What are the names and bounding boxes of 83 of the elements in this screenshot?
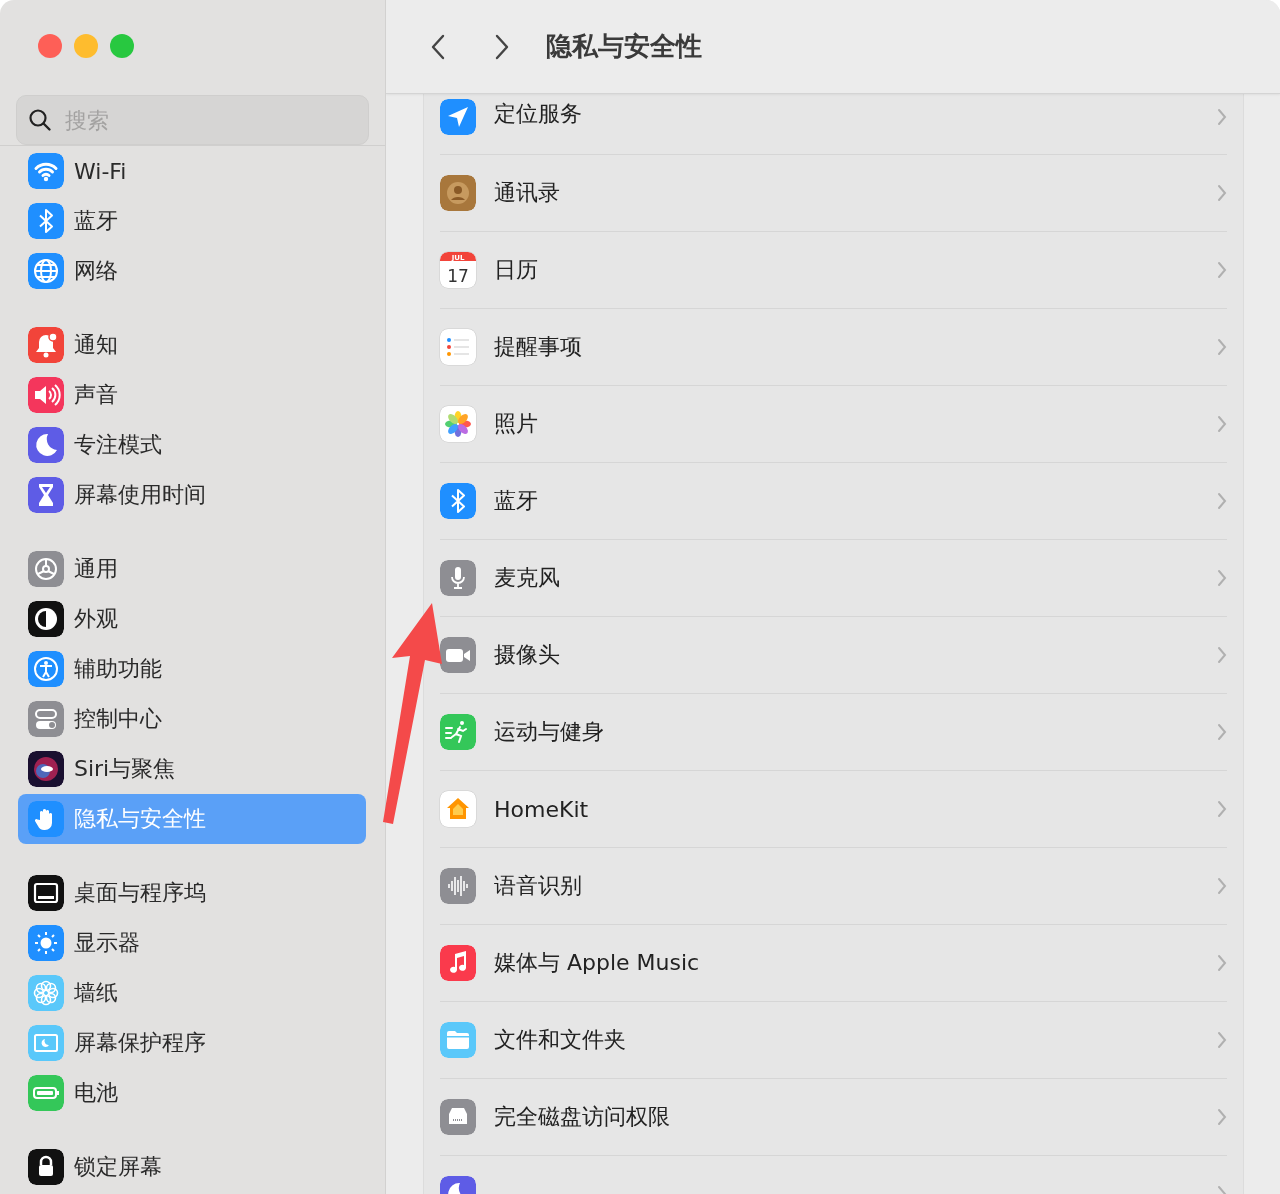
privacy-row[interactable]: 摄像头 xyxy=(440,617,1227,694)
folder-icon xyxy=(440,1022,476,1058)
hand-icon xyxy=(28,801,64,837)
bluetooth-icon xyxy=(440,483,476,519)
flower-icon xyxy=(28,975,64,1011)
sidebar-item[interactable]: 控制中心 xyxy=(18,694,366,744)
chevron-right-icon xyxy=(1217,261,1227,279)
music-note-icon xyxy=(440,945,476,981)
gear-icon xyxy=(28,551,64,587)
privacy-row[interactable]: 提醒事项 xyxy=(440,309,1227,386)
search-icon xyxy=(28,108,52,132)
battery-icon xyxy=(28,1075,64,1111)
runner-icon xyxy=(440,714,476,750)
sidebar-item[interactable]: 桌面与程序坞 xyxy=(18,868,366,918)
speaker-icon xyxy=(28,377,64,413)
sidebar-item[interactable]: 锁定屏幕 xyxy=(18,1142,366,1192)
screen-icon xyxy=(28,1025,64,1061)
chevron-right-icon xyxy=(495,33,509,60)
sun-icon xyxy=(28,925,64,961)
privacy-row[interactable]: 语音识别 xyxy=(440,848,1227,925)
sidebar-item[interactable]: Siri与聚焦 xyxy=(18,744,366,794)
chevron-right-icon xyxy=(1217,108,1227,126)
house-icon xyxy=(440,791,476,827)
waveform-icon xyxy=(440,868,476,904)
sidebar-item[interactable]: 网络 xyxy=(18,246,366,296)
toggle-icon xyxy=(28,701,64,737)
camera-icon xyxy=(440,637,476,673)
sidebar-item[interactable]: 专注模式 xyxy=(18,420,366,470)
chevron-left-icon xyxy=(431,33,445,60)
chevron-right-icon xyxy=(1217,569,1227,587)
privacy-row[interactable]: 蓝牙 xyxy=(440,463,1227,540)
zoom-button[interactable] xyxy=(110,34,134,58)
chevron-right-icon xyxy=(1217,954,1227,972)
chevron-right-icon xyxy=(1217,1031,1227,1049)
contrast-icon xyxy=(28,601,64,637)
privacy-row[interactable]: 完全磁盘访问权限 xyxy=(440,1079,1227,1156)
sidebar-item[interactable]: 显示器 xyxy=(18,918,366,968)
privacy-row[interactable]: 定位服务 xyxy=(440,94,1227,155)
chevron-right-icon xyxy=(1217,800,1227,818)
list-icon xyxy=(440,329,476,365)
chevron-right-icon xyxy=(1217,338,1227,356)
sidebar-item[interactable]: 声音 xyxy=(18,370,366,420)
privacy-row[interactable]: HomeKit xyxy=(440,771,1227,848)
accessibility-icon xyxy=(28,651,64,687)
chevron-right-icon xyxy=(1217,1108,1227,1126)
chevron-right-icon xyxy=(1217,184,1227,202)
sidebar-item[interactable]: 蓝牙 xyxy=(18,196,366,246)
petals-icon xyxy=(440,406,476,442)
privacy-row[interactable]: 文件和文件夹 xyxy=(440,1002,1227,1079)
chevron-right-icon xyxy=(1217,723,1227,741)
sidebar-item[interactable]: Wi-Fi xyxy=(18,146,366,196)
sidebar-item[interactable]: 通用 xyxy=(18,544,366,594)
wifi-icon xyxy=(28,153,64,189)
window-title: 隐私与安全性 xyxy=(546,30,702,63)
lock-icon xyxy=(28,1149,64,1185)
sidebar-item[interactable]: 通知 xyxy=(18,320,366,370)
close-button[interactable] xyxy=(38,34,62,58)
chevron-right-icon xyxy=(1217,646,1227,664)
minimize-button[interactable] xyxy=(74,34,98,58)
sidebar-item[interactable]: 屏幕保护程序 xyxy=(18,1018,366,1068)
microphone-icon xyxy=(440,560,476,596)
chevron-right-icon xyxy=(1217,492,1227,510)
moon-icon xyxy=(28,427,64,463)
sidebar-item[interactable]: 辅助功能 xyxy=(18,644,366,694)
contacts-icon xyxy=(440,175,476,211)
orb-icon xyxy=(28,751,64,787)
privacy-row[interactable]: 麦克风 xyxy=(440,540,1227,617)
hourglass-icon xyxy=(28,477,64,513)
privacy-row[interactable]: 媒体与 Apple Music xyxy=(440,925,1227,1002)
sidebar-item[interactable]: 外观 xyxy=(18,594,366,644)
dock-icon xyxy=(28,875,64,911)
privacy-row[interactable]: 通讯录 xyxy=(440,155,1227,232)
sidebar-item[interactable]: 屏幕使用时间 xyxy=(18,470,366,520)
globe-icon xyxy=(28,253,64,289)
sidebar-item[interactable]: 电池 xyxy=(18,1068,366,1118)
drive-icon xyxy=(440,1099,476,1135)
privacy-row[interactable]: 运动与健身 xyxy=(440,694,1227,771)
chevron-right-icon xyxy=(1217,877,1227,895)
privacy-row[interactable]: 照片 xyxy=(440,386,1227,463)
bell-icon xyxy=(28,327,64,363)
bluetooth-icon xyxy=(28,203,64,239)
sidebar-item[interactable]: 墙纸 xyxy=(18,968,366,1018)
chevron-right-icon xyxy=(1217,415,1227,433)
